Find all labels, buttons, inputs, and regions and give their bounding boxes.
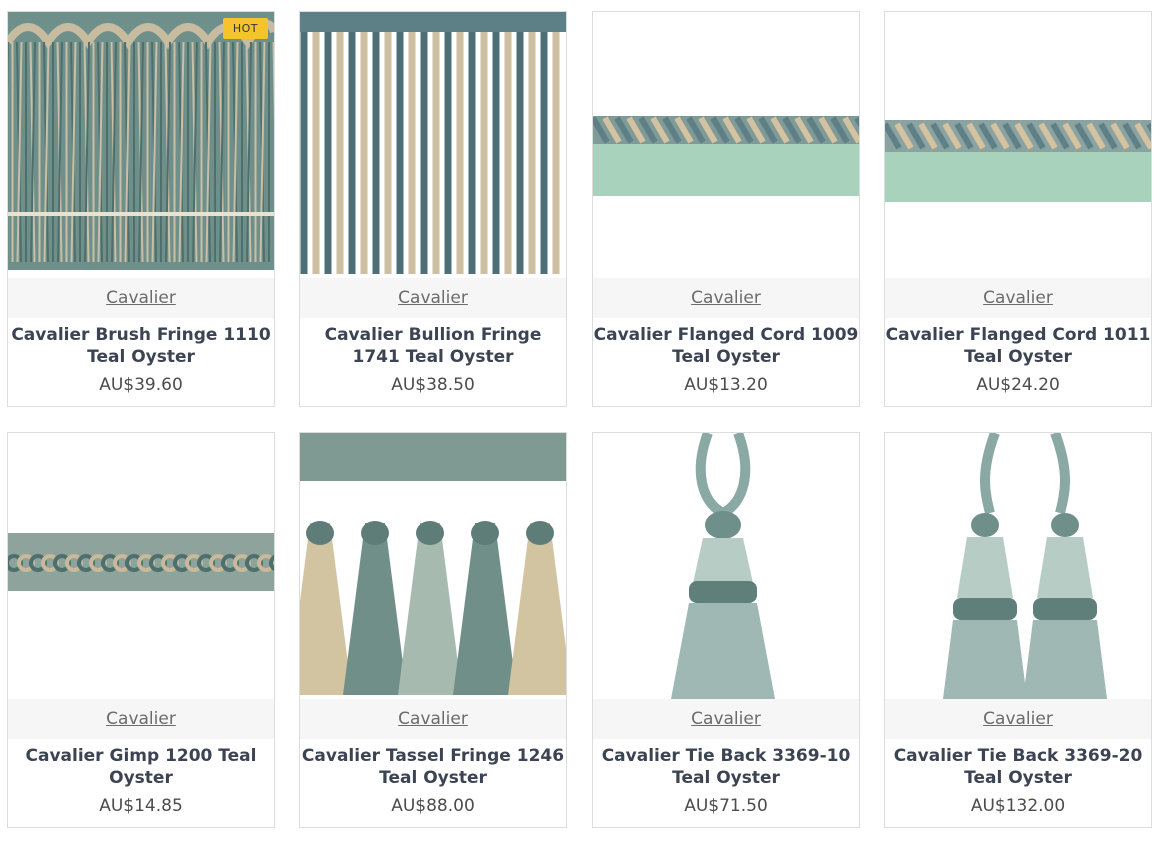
brand-bar: Cavalier xyxy=(593,699,859,739)
brand-bar: Cavalier xyxy=(885,699,1151,739)
tie-back-image xyxy=(593,433,859,699)
product-card[interactable]: Cavalier Cavalier Bullion Fringe 1741 Te… xyxy=(299,11,567,407)
product-title[interactable]: Cavalier Tie Back 3369-10 Teal Oyster xyxy=(593,745,859,789)
brand-bar: Cavalier xyxy=(300,699,566,739)
product-title[interactable]: Cavalier Gimp 1200 Teal Oyster xyxy=(8,745,274,789)
brand-bar: Cavalier xyxy=(300,278,566,318)
brand-link[interactable]: Cavalier xyxy=(106,288,176,308)
product-price: AU$39.60 xyxy=(99,375,183,395)
product-card[interactable]: Cavalier Cavalier Tie Back 3369-10 Teal … xyxy=(592,432,860,828)
brand-link[interactable]: Cavalier xyxy=(691,288,761,308)
brand-bar: Cavalier xyxy=(593,278,859,318)
product-image[interactable] xyxy=(885,433,1151,699)
product-card[interactable]: HOT Cavalier Cavalier Brush Fringe 1110 … xyxy=(7,11,275,407)
product-title[interactable]: Cavalier Tassel Fringe 1246 Teal Oyster xyxy=(300,745,566,789)
product-image[interactable] xyxy=(8,433,274,699)
product-card[interactable]: Cavalier Cavalier Tassel Fringe 1246 Tea… xyxy=(299,432,567,828)
bullion-fringe-image xyxy=(300,12,566,278)
product-image[interactable]: HOT xyxy=(8,12,274,278)
product-title[interactable]: Cavalier Bullion Fringe 1741 Teal Oyster xyxy=(300,324,566,368)
brand-link[interactable]: Cavalier xyxy=(398,288,468,308)
product-price: AU$14.85 xyxy=(99,796,183,816)
product-title[interactable]: Cavalier Flanged Cord 1009 Teal Oyster xyxy=(593,324,859,368)
brand-bar: Cavalier xyxy=(8,699,274,739)
product-grid: HOT Cavalier Cavalier Brush Fringe 1110 … xyxy=(0,0,1168,845)
brand-bar: Cavalier xyxy=(8,278,274,318)
brush-fringe-image xyxy=(8,12,274,278)
product-price: AU$38.50 xyxy=(391,375,475,395)
tie-back-double-image xyxy=(885,433,1151,699)
product-image[interactable] xyxy=(300,12,566,278)
brand-link[interactable]: Cavalier xyxy=(691,709,761,729)
product-price: AU$24.20 xyxy=(976,375,1060,395)
product-title[interactable]: Cavalier Brush Fringe 1110 Teal Oyster xyxy=(8,324,274,368)
brand-link[interactable]: Cavalier xyxy=(983,288,1053,308)
product-image[interactable] xyxy=(593,12,859,278)
tassel-fringe-image xyxy=(300,433,566,699)
product-title[interactable]: Cavalier Flanged Cord 1011 Teal Oyster xyxy=(885,324,1151,368)
product-price: AU$71.50 xyxy=(684,796,768,816)
product-image[interactable] xyxy=(300,433,566,699)
product-image[interactable] xyxy=(593,433,859,699)
flanged-cord-image xyxy=(885,12,1151,278)
product-card[interactable]: Cavalier Cavalier Tie Back 3369-20 Teal … xyxy=(884,432,1152,828)
product-image[interactable] xyxy=(885,12,1151,278)
product-card[interactable]: Cavalier Cavalier Gimp 1200 Teal Oyster … xyxy=(7,432,275,828)
product-card[interactable]: Cavalier Cavalier Flanged Cord 1009 Teal… xyxy=(592,11,860,407)
brand-bar: Cavalier xyxy=(885,278,1151,318)
product-price: AU$88.00 xyxy=(391,796,475,816)
product-title[interactable]: Cavalier Tie Back 3369-20 Teal Oyster xyxy=(885,745,1151,789)
hot-badge: HOT xyxy=(222,18,268,39)
product-card[interactable]: Cavalier Cavalier Flanged Cord 1011 Teal… xyxy=(884,11,1152,407)
brand-link[interactable]: Cavalier xyxy=(398,709,468,729)
gimp-image xyxy=(8,433,274,699)
flanged-cord-image xyxy=(593,12,859,278)
brand-link[interactable]: Cavalier xyxy=(106,709,176,729)
product-price: AU$132.00 xyxy=(970,796,1066,816)
product-price: AU$13.20 xyxy=(684,375,768,395)
brand-link[interactable]: Cavalier xyxy=(983,709,1053,729)
